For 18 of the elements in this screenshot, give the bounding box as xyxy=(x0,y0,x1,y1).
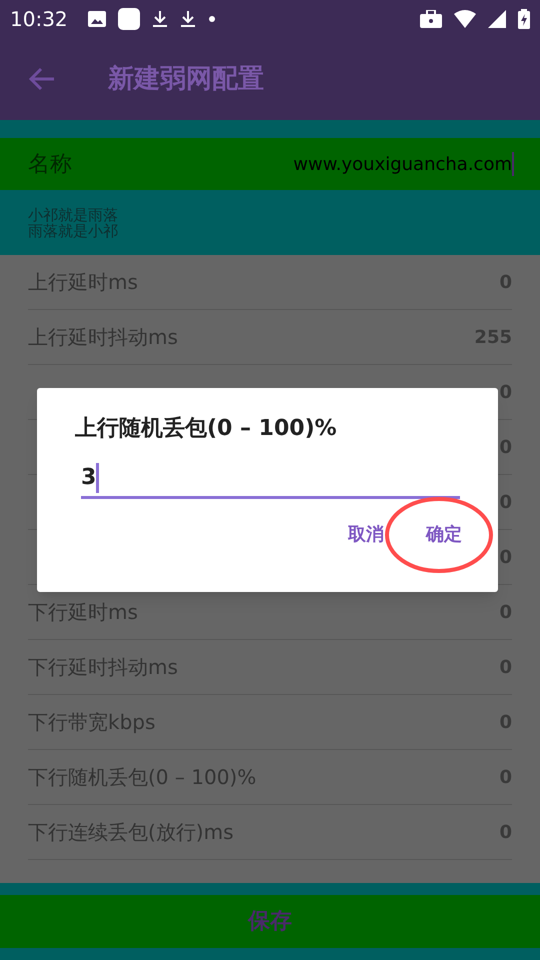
signal-icon xyxy=(488,10,506,28)
download-icon xyxy=(152,10,168,28)
name-label: 名称 xyxy=(28,150,72,178)
status-time: 10:32 xyxy=(10,6,68,33)
name-field[interactable]: www.youxiguancha.com xyxy=(293,150,514,178)
save-button[interactable]: 保存 xyxy=(0,895,540,948)
app-icon xyxy=(118,8,140,30)
page-title: 新建弱网配置 xyxy=(108,62,264,96)
dot-icon xyxy=(208,15,216,23)
back-arrow-icon[interactable] xyxy=(28,67,56,91)
image-icon xyxy=(88,11,106,27)
value-field[interactable]: 3 xyxy=(81,459,460,499)
battery-icon xyxy=(518,9,530,29)
dialog-button[interactable]: 取消 xyxy=(332,513,400,556)
briefcase-icon xyxy=(420,10,442,28)
dialog-title: 上行随机丢包(0 – 100)% xyxy=(75,415,338,443)
wifi-icon xyxy=(454,10,476,28)
download-icon xyxy=(180,10,196,28)
